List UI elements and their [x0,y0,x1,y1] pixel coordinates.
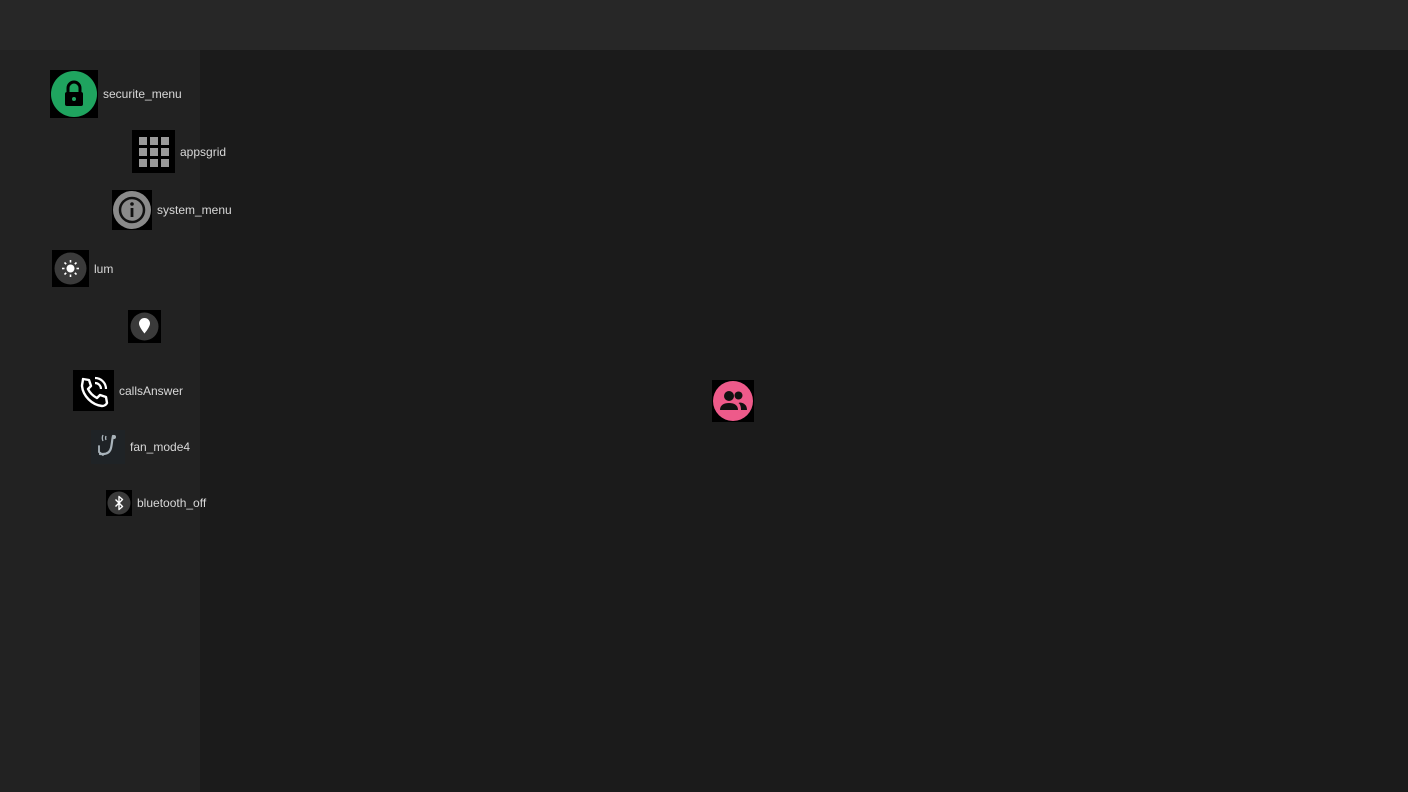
securite-menu-label: securite_menu [103,87,182,101]
calls-answer-label: callsAnswer [119,383,184,398]
bluetooth-off-item[interactable]: bluetooth_off [106,490,206,516]
bluetooth-off-icon [106,490,132,516]
lum-label: lum [94,261,114,276]
system-menu-item[interactable]: system_menu [112,190,232,230]
lum-item[interactable]: lum [52,250,113,287]
calls-answer-item[interactable]: callsAnswer [73,370,183,411]
fan-mode4-item[interactable]: fan_mode4 [91,430,190,464]
system-menu-label: system_menu [157,203,232,217]
brightness-icon [52,250,89,287]
contacts-widget[interactable] [712,380,754,422]
securite-menu-item[interactable]: securite_menu [50,70,182,118]
contacts-icon [712,380,754,422]
appsgrid-item[interactable]: appsgrid [132,130,226,173]
apps-grid-icon [132,130,175,173]
appsgrid-label: appsgrid [180,144,227,159]
lock-icon [50,70,98,118]
main-canvas [200,50,1408,792]
top-bar [0,0,1408,50]
fan-mode-icon [91,430,125,464]
info-icon [112,190,152,230]
location-item[interactable] [128,310,161,343]
fan-mode4-label: fan_mode4 [130,440,191,454]
bluetooth-off-label: bluetooth_off [137,496,207,510]
phone-answer-icon [73,370,114,411]
location-pin-icon [128,310,161,343]
